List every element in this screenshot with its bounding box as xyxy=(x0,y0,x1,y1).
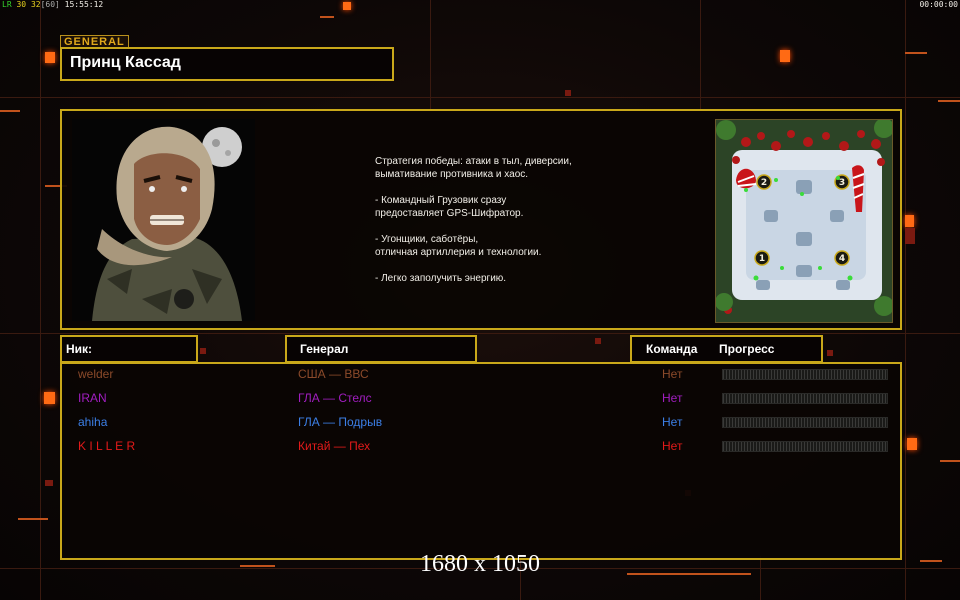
fps-value-a: 30 xyxy=(16,0,27,9)
player-general: ГЛА — Стелс xyxy=(298,391,372,405)
player-general: ГЛА — Подрыв xyxy=(298,415,383,429)
player-list: welder США — ВВС Нет IRAN ГЛА — Стелс Не… xyxy=(60,362,902,560)
player-row: K I L L E R Китай — Пех Нет xyxy=(62,436,900,456)
fps-value-c: [60] xyxy=(40,0,60,9)
start-slot-1: 1 xyxy=(759,254,765,264)
general-portrait xyxy=(72,119,255,321)
player-nick: K I L L E R xyxy=(78,439,136,453)
player-nick: ahiha xyxy=(78,415,108,429)
progress-header-label: Прогресс xyxy=(719,342,775,356)
start-slot-2: 2 xyxy=(761,178,767,188)
map-image: 1 2 3 4 xyxy=(716,120,892,322)
clock: 15:55:12 xyxy=(64,0,104,9)
description-line: - Командный Грузовик сразу предоставляет… xyxy=(375,195,524,219)
game-timer: 00:00:00 xyxy=(919,0,958,9)
resolution-overlay: 1680 x 1050 xyxy=(420,551,540,577)
general-header-label: Генерал xyxy=(300,342,349,356)
start-slot-3: 3 xyxy=(839,178,845,188)
player-progress-bar xyxy=(722,369,888,380)
description-line: - Угонщики, саботёры, отличная артиллери… xyxy=(375,234,542,258)
player-nick: IRAN xyxy=(78,391,107,405)
player-general: Китай — Пех xyxy=(298,439,371,453)
general-info-panel: Стратегия победы: атаки в тыл, диверсии,… xyxy=(60,109,902,330)
general-description: Стратегия победы: атаки в тыл, диверсии,… xyxy=(375,155,655,298)
player-team: Нет xyxy=(662,367,683,381)
player-general: США — ВВС xyxy=(298,367,369,381)
player-team: Нет xyxy=(662,415,683,429)
player-team: Нет xyxy=(662,439,683,453)
status-bar: LR 30 32[60] 15:55:12 00:00:00 xyxy=(0,0,960,9)
player-nick: welder xyxy=(78,367,114,381)
player-row: welder США — ВВС Нет xyxy=(62,364,900,384)
player-row: IRAN ГЛА — Стелс Нет xyxy=(62,388,900,408)
fps-counter: LR 30 32[60] 15:55:12 xyxy=(2,0,103,9)
nick-header: Ник: xyxy=(60,335,198,363)
start-slot-4: 4 xyxy=(839,254,845,264)
team-header-label: Команда xyxy=(646,342,698,356)
player-progress-bar xyxy=(722,393,888,404)
nick-header-label: Ник: xyxy=(66,342,93,356)
map-preview[interactable]: 1 2 3 4 xyxy=(715,119,893,323)
description-line: - Легко заполучить энергию. xyxy=(375,273,507,284)
fps-prefix: LR xyxy=(2,0,12,9)
portrait-image xyxy=(72,119,255,321)
fps-value-b: 32 xyxy=(30,0,41,9)
team-progress-header: Команда Прогресс xyxy=(630,335,823,363)
description-line: Стратегия победы: атаки в тыл, диверсии,… xyxy=(375,156,572,180)
player-team: Нет xyxy=(662,391,683,405)
player-progress-bar xyxy=(722,441,888,452)
general-name: Принц Кассад xyxy=(70,54,181,71)
general-name-box: Принц Кассад xyxy=(60,47,394,81)
general-header: Генерал xyxy=(285,335,477,363)
player-progress-bar xyxy=(722,417,888,428)
player-row: ahiha ГЛА — Подрыв Нет xyxy=(62,412,900,432)
